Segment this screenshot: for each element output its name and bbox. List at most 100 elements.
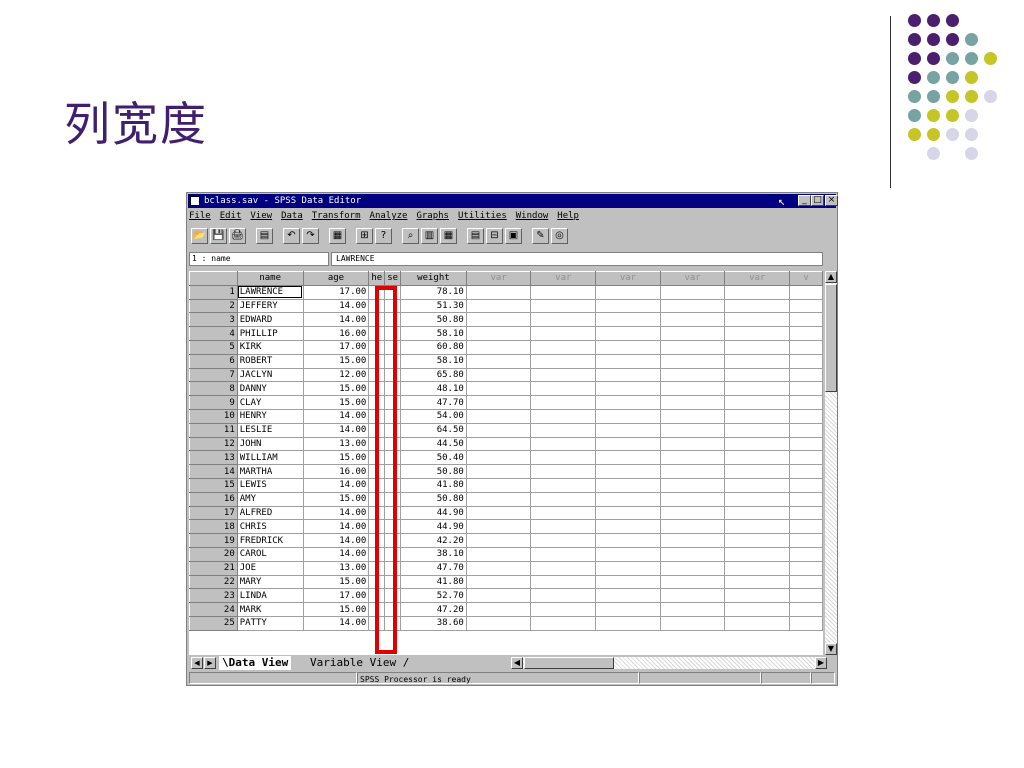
cell-empty[interactable] — [789, 491, 823, 507]
cell-empty[interactable] — [789, 464, 823, 479]
cell-empty[interactable] — [595, 533, 661, 548]
cell-empty[interactable] — [595, 450, 661, 466]
cell-empty[interactable] — [789, 533, 823, 548]
cell-empty[interactable] — [724, 450, 791, 466]
row-number[interactable]: 17 — [189, 505, 238, 521]
cell-empty[interactable] — [724, 367, 791, 383]
cell-empty[interactable] — [595, 367, 661, 383]
cell-empty[interactable] — [530, 381, 597, 397]
cell-empty[interactable] — [595, 505, 661, 521]
cell-name[interactable]: CHRIS — [236, 519, 304, 535]
cell-name[interactable]: ROBERT — [236, 353, 304, 369]
cell-empty[interactable] — [659, 602, 726, 617]
cell-empty[interactable] — [659, 408, 726, 424]
cell-weight[interactable]: 60.80 — [400, 339, 467, 355]
row-number[interactable]: 10 — [189, 408, 238, 424]
cell-empty[interactable] — [659, 546, 726, 562]
cell-empty[interactable] — [530, 353, 597, 369]
toolbar-button-icon[interactable]: ▥ — [421, 228, 438, 244]
cell-weight[interactable]: 41.80 — [400, 477, 467, 493]
cell-empty[interactable] — [789, 326, 823, 341]
cell-age[interactable]: 14.00 — [302, 505, 370, 521]
cell-weight[interactable]: 38.10 — [400, 546, 467, 562]
cell-empty[interactable] — [659, 298, 726, 314]
toolbar-button-icon[interactable]: 📂 — [191, 228, 208, 244]
cell-empty[interactable] — [595, 339, 661, 355]
cell-age[interactable]: 14.00 — [302, 533, 370, 548]
cell-empty[interactable] — [465, 560, 532, 576]
cell-empty[interactable] — [465, 588, 532, 604]
scroll-up-button[interactable]: ▲ — [825, 271, 837, 283]
cell-empty[interactable] — [530, 395, 597, 410]
cell-empty[interactable] — [659, 588, 726, 604]
cell-age[interactable]: 13.00 — [302, 436, 370, 452]
cell-empty[interactable] — [724, 312, 791, 328]
cell-empty[interactable] — [659, 615, 726, 631]
cell-weight[interactable]: 50.80 — [400, 312, 467, 328]
cell-empty[interactable] — [595, 574, 661, 590]
close-button[interactable]: × — [825, 195, 838, 206]
cell-empty[interactable] — [530, 491, 597, 507]
row-number[interactable]: 3 — [189, 312, 238, 328]
row-number[interactable]: 20 — [189, 546, 238, 562]
cell-empty[interactable] — [595, 326, 661, 341]
cell-age[interactable]: 14.00 — [302, 615, 370, 631]
scroll-down-button[interactable]: ▼ — [825, 643, 837, 655]
cell-empty[interactable] — [465, 533, 532, 548]
row-number[interactable]: 1 — [189, 284, 238, 300]
column-header-he[interactable]: he — [368, 271, 386, 286]
row-number[interactable]: 16 — [189, 491, 238, 507]
row-number[interactable]: 6 — [189, 353, 238, 369]
column-header-weight[interactable]: weight — [400, 271, 467, 286]
cell-empty[interactable] — [659, 464, 726, 479]
column-header-se[interactable]: se — [384, 271, 402, 286]
toolbar-button-icon[interactable]: ✎ — [532, 228, 549, 244]
tab-data-view[interactable]: \Data View — [219, 656, 292, 670]
cell-age[interactable]: 14.00 — [302, 546, 370, 562]
cell-empty[interactable] — [465, 326, 532, 341]
cell-empty[interactable] — [789, 546, 823, 562]
cell-age[interactable]: 14.00 — [302, 408, 370, 424]
row-number[interactable]: 21 — [189, 560, 238, 576]
cell-empty[interactable] — [530, 574, 597, 590]
cell-age[interactable]: 15.00 — [302, 602, 370, 617]
cell-weight[interactable]: 54.00 — [400, 408, 467, 424]
cell-weight[interactable]: 47.70 — [400, 395, 467, 410]
column-header-var[interactable]: var — [465, 271, 532, 286]
cell-empty[interactable] — [595, 312, 661, 328]
cell-empty[interactable] — [724, 464, 791, 479]
cell-age[interactable]: 15.00 — [302, 395, 370, 410]
cell-weight[interactable]: 42.20 — [400, 533, 467, 548]
cell-age[interactable]: 14.00 — [302, 298, 370, 314]
cell-empty[interactable] — [789, 381, 823, 397]
cell-empty[interactable] — [659, 381, 726, 397]
cell-empty[interactable] — [530, 312, 597, 328]
cell-empty[interactable] — [789, 615, 823, 631]
toolbar-button-icon[interactable]: ↷ — [302, 228, 319, 244]
cell-weight[interactable]: 50.80 — [400, 464, 467, 479]
cell-empty[interactable] — [724, 339, 791, 355]
cell-empty[interactable] — [465, 408, 532, 424]
cell-empty[interactable] — [724, 284, 791, 300]
cell-weight[interactable]: 44.50 — [400, 436, 467, 452]
cell-empty[interactable] — [530, 367, 597, 383]
cell-empty[interactable] — [659, 505, 726, 521]
menu-item-view[interactable]: View — [250, 211, 272, 221]
cell-value-editor[interactable]: LAWRENCE — [331, 252, 823, 266]
cell-empty[interactable] — [724, 560, 791, 576]
cell-empty[interactable] — [724, 395, 791, 410]
cell-empty[interactable] — [530, 298, 597, 314]
cell-empty[interactable] — [659, 395, 726, 410]
cell-empty[interactable] — [465, 546, 532, 562]
cell-empty[interactable] — [659, 367, 726, 383]
cell-empty[interactable] — [530, 615, 597, 631]
cell-empty[interactable] — [789, 312, 823, 328]
scrollbar-thumb[interactable] — [825, 284, 837, 392]
scrollbar-thumb-horizontal[interactable] — [524, 657, 614, 669]
cell-empty[interactable] — [659, 519, 726, 535]
cell-age[interactable]: 15.00 — [302, 353, 370, 369]
toolbar-button-icon[interactable]: ↶ — [283, 228, 300, 244]
cell-age[interactable]: 15.00 — [302, 574, 370, 590]
cell-empty[interactable] — [659, 353, 726, 369]
cell-weight[interactable]: 48.10 — [400, 381, 467, 397]
